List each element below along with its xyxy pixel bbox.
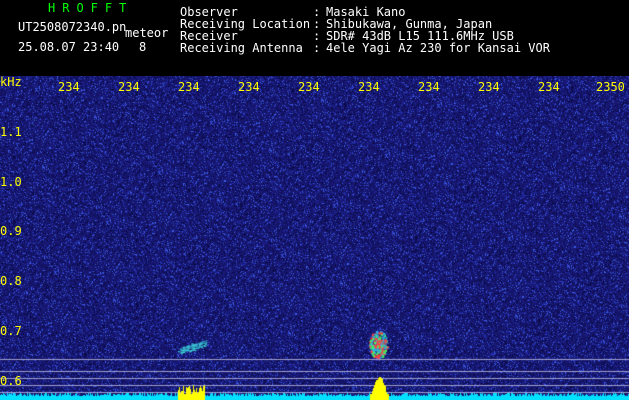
spectrogram-canvas: [0, 76, 629, 400]
field-separator: :: [313, 41, 321, 55]
x-tick-label: 234: [58, 80, 80, 94]
header-panel: HROFFT UT2508072340.pn meteor 25.08.07 2…: [0, 0, 629, 76]
x-tick-label: 234: [178, 80, 200, 94]
brand-title: HROFFT: [48, 1, 134, 15]
y-tick-label: 1.1: [0, 125, 22, 139]
spectrogram-panel: kHz 1.1 1.0 0.9 0.8 0.7 0.6 234 234 234 …: [0, 76, 629, 400]
x-tick-label: 234: [358, 80, 380, 94]
mode-label: meteor: [125, 26, 169, 40]
y-tick-label: 0.7: [0, 324, 22, 338]
x-tick-label: 2350: [596, 80, 625, 94]
y-unit-label: kHz: [0, 76, 22, 89]
x-tick-label: 234: [418, 80, 440, 94]
x-tick-label: 234: [118, 80, 140, 94]
field-label-antenna: Receiving Antenna: [180, 41, 303, 55]
x-tick-label: 234: [298, 80, 320, 94]
filename-label: UT2508072340.pn: [18, 20, 127, 34]
y-tick-label: 0.8: [0, 274, 22, 288]
y-tick-label: 0.9: [0, 224, 22, 238]
x-tick-label: 234: [238, 80, 260, 94]
field-value-antenna: 4ele Yagi Az 230 for Kansai VOR: [326, 41, 550, 55]
y-tick-label: 0.6: [0, 374, 22, 388]
x-tick-label: 234: [478, 80, 500, 94]
x-tick-label: 234: [538, 80, 560, 94]
datetime-label: 25.08.07 23:40: [18, 40, 120, 54]
y-tick-label: 1.0: [0, 175, 22, 189]
count-label: 8: [139, 40, 147, 54]
